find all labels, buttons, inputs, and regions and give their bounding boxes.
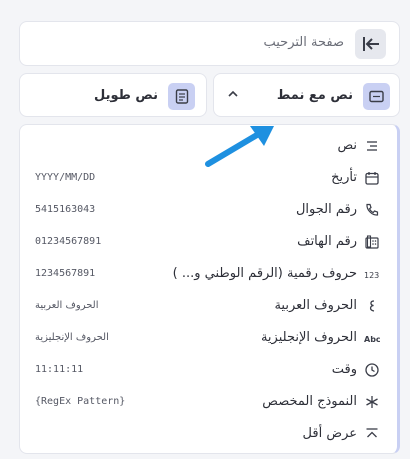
pointer-arrow-icon bbox=[205, 126, 274, 167]
arrow-left-bar-icon bbox=[362, 37, 379, 51]
collapse-icon bbox=[364, 426, 380, 442]
menu-item-example: الحروف الإنجليزية bbox=[35, 332, 109, 343]
telephone-icon bbox=[364, 234, 380, 250]
menu-item-label: تأريخ bbox=[331, 170, 357, 185]
abc-icon: Abc bbox=[364, 330, 380, 346]
calendar-icon bbox=[364, 170, 380, 186]
svg-text:123: 123 bbox=[364, 271, 379, 280]
menu-item-example: YYYY/MM/DD bbox=[35, 172, 96, 183]
menu-item-custom-pattern[interactable]: النموذج المخصص {RegEx Pattern} bbox=[20, 388, 397, 418]
clock-icon bbox=[364, 362, 380, 378]
menu-item-english-letters[interactable]: Abc الحروف الإنجليزية الحروف الإنجليزية bbox=[20, 324, 397, 354]
menu-item-label: حروف رقمية (الرقم الوطني و... ) bbox=[172, 266, 357, 281]
menu-item-label: نص bbox=[337, 138, 357, 153]
pattern-type-menu: نص تأريخ YYYY/MM/DD رقم الجوال 541516304… bbox=[19, 124, 400, 454]
arabic-letter-icon bbox=[364, 298, 380, 314]
field-label: نص طويل bbox=[93, 88, 158, 103]
show-less-button[interactable]: عرض أقل bbox=[20, 420, 397, 450]
menu-item-time[interactable]: وقت 11:11:11 bbox=[20, 356, 397, 386]
welcome-page-header: صفحة الترحيب bbox=[19, 21, 400, 66]
menu-item-example: 1234567891 bbox=[35, 268, 96, 279]
text-lines-icon bbox=[364, 138, 380, 154]
menu-item-arabic-letters[interactable]: الحروف العربية الحروف العربية bbox=[20, 292, 397, 322]
menu-item-numeric[interactable]: 123 حروف رقمية (الرقم الوطني و... ) 1234… bbox=[20, 260, 397, 290]
field-label: نص مع نمط bbox=[276, 88, 353, 103]
field-type-pattern-text[interactable]: نص مع نمط bbox=[213, 73, 400, 117]
menu-item-label: الحروف العربية bbox=[274, 298, 357, 313]
field-type-long-text[interactable]: نص طويل bbox=[19, 73, 207, 117]
menu-item-label: الحروف الإنجليزية bbox=[260, 330, 357, 345]
svg-text:Abc: Abc bbox=[364, 335, 380, 344]
menu-item-example: الحروف العربية bbox=[35, 300, 99, 311]
menu-item-example: 01234567891 bbox=[35, 236, 102, 247]
menu-item-label: النموذج المخصص bbox=[262, 394, 357, 409]
phone-icon bbox=[364, 202, 380, 218]
menu-item-label: رقم الجوال bbox=[295, 202, 357, 217]
document-icon bbox=[168, 83, 195, 110]
numeric-123-icon: 123 bbox=[364, 266, 380, 282]
menu-item-example: {RegEx Pattern} bbox=[35, 396, 126, 407]
menu-item-phone-number[interactable]: رقم الهاتف 01234567891 bbox=[20, 228, 397, 258]
menu-item-label: عرض أقل bbox=[302, 426, 357, 441]
menu-item-label: وقت bbox=[331, 362, 357, 377]
chevron-up-icon[interactable] bbox=[227, 88, 239, 100]
star-icon bbox=[364, 394, 380, 410]
menu-item-mobile-number[interactable]: رقم الجوال 5415163043 bbox=[20, 196, 397, 226]
back-button[interactable] bbox=[355, 29, 386, 59]
menu-item-label: رقم الهاتف bbox=[297, 234, 357, 249]
menu-item-example: 5415163043 bbox=[35, 204, 96, 215]
menu-item-example: 11:11:11 bbox=[35, 364, 84, 375]
input-box-icon bbox=[363, 83, 390, 110]
page-title: صفحة الترحيب bbox=[263, 35, 344, 50]
